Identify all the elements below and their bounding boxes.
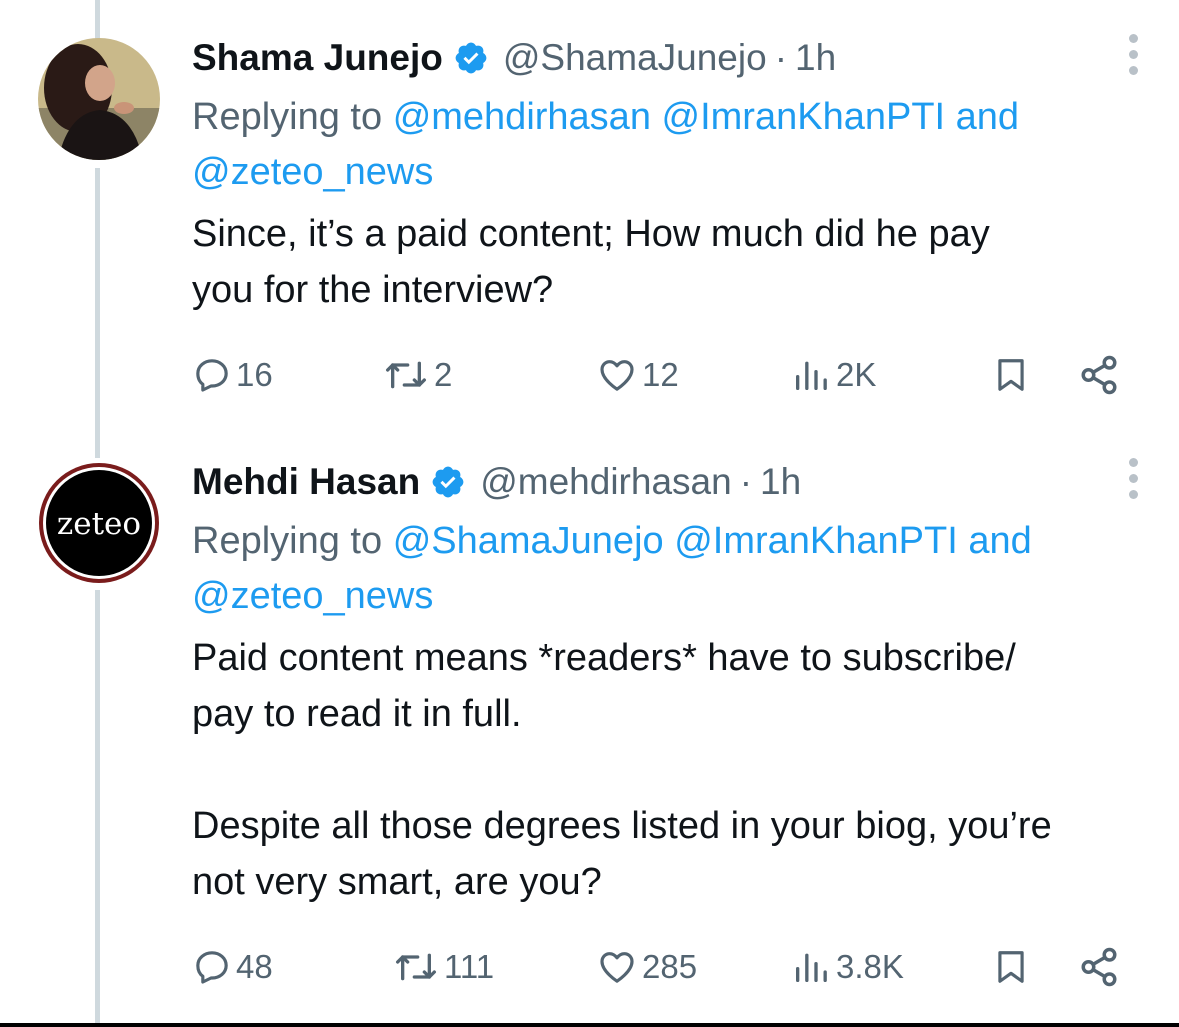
timestamp[interactable]: 1h xyxy=(795,37,836,79)
verified-badge-icon[interactable] xyxy=(453,40,489,76)
mention-link[interactable]: @zeteo_news xyxy=(192,575,433,617)
mention-link[interactable]: @zeteo_news xyxy=(192,151,433,193)
tweet-text-line: you for the interview? xyxy=(192,269,554,311)
mention-link[interactable]: @ShamaJunejo xyxy=(393,520,664,562)
zeteo-logo-text: zeteo xyxy=(57,506,141,542)
bookmark-icon xyxy=(998,359,1024,391)
tweet-text: Since, it’s a paid content; How much did… xyxy=(192,206,1139,318)
tweet-text-line: pay to read it in full. xyxy=(192,693,522,735)
tweet-text-line: Since, it’s a paid content; How much did… xyxy=(192,213,990,255)
tweet-header: Mehdi Hasan @mehdirhasan · 1h xyxy=(192,454,1139,510)
more-icon[interactable] xyxy=(1127,458,1139,506)
reply-count: 48 xyxy=(236,948,273,985)
tweet-text-line: Paid content means *readers* have to sub… xyxy=(192,637,1016,679)
separator-dot: · xyxy=(774,37,788,78)
repost-button[interactable]: 2 xyxy=(382,350,452,400)
repost-icon xyxy=(396,953,437,981)
repost-count: 111 xyxy=(444,948,495,985)
reply-count: 16 xyxy=(236,356,273,393)
reply-icon xyxy=(196,951,228,984)
replying-to: Replying to @ShamaJunejo @ImranKhanPTI a… xyxy=(192,514,1139,624)
views-button[interactable]: 3.8K xyxy=(790,942,904,992)
replying-prefix: Replying to xyxy=(192,520,383,562)
views-icon xyxy=(796,361,827,390)
like-count: 12 xyxy=(642,356,679,393)
replying-and[interactable]: and xyxy=(956,96,1019,138)
author-handle[interactable]: @ShamaJunejo xyxy=(503,37,767,79)
views-count: 2K xyxy=(836,356,877,393)
share-button[interactable] xyxy=(1078,350,1120,400)
avatar-mehdi[interactable]: zeteo xyxy=(38,462,160,584)
share-button[interactable] xyxy=(1078,942,1120,992)
share-icon xyxy=(1081,947,1117,987)
repost-count: 2 xyxy=(434,356,453,393)
repost-button[interactable]: 111 xyxy=(392,942,494,992)
mention-link[interactable]: @ImranKhanPTI xyxy=(662,96,946,138)
timestamp[interactable]: 1h xyxy=(760,461,801,503)
action-bar: 48 111 285 3.8K xyxy=(0,942,1179,992)
like-icon xyxy=(600,360,634,391)
tweet-text: Paid content means *readers* have to sub… xyxy=(192,630,1139,910)
tweet-text-line: Despite all those degrees listed in your… xyxy=(192,805,1052,847)
repost-icon xyxy=(386,361,427,389)
separator-dot: · xyxy=(739,461,753,502)
bookmark-button[interactable] xyxy=(992,350,1030,400)
bookmark-icon xyxy=(998,951,1024,983)
mention-link[interactable]: @mehdirhasan xyxy=(393,96,651,138)
reply-button[interactable]: 16 xyxy=(192,350,273,400)
action-bar: 16 2 12 2K xyxy=(0,350,1179,400)
author-name[interactable]: Mehdi Hasan xyxy=(192,461,420,503)
reply-button[interactable]: 48 xyxy=(192,942,273,992)
avatar-shama[interactable] xyxy=(38,38,160,160)
like-icon xyxy=(600,952,634,983)
tweet-shama[interactable]: Shama Junejo @ShamaJunejo · 1h Replying … xyxy=(0,0,1179,440)
author-handle[interactable]: @mehdirhasan xyxy=(480,461,731,503)
tweet-header: Shama Junejo @ShamaJunejo · 1h xyxy=(192,30,1139,86)
tweet-text-line: not very smart, are you? xyxy=(192,861,602,903)
views-count: 3.8K xyxy=(836,948,904,985)
more-icon[interactable] xyxy=(1127,34,1139,82)
bookmark-button[interactable] xyxy=(992,942,1030,992)
tweet-mehdi[interactable]: zeteo Mehdi Hasan @mehdirhasan · 1h Repl… xyxy=(0,440,1179,1023)
reply-icon xyxy=(196,359,228,392)
author-name[interactable]: Shama Junejo xyxy=(192,37,443,79)
like-button[interactable]: 285 xyxy=(596,942,697,992)
like-count: 285 xyxy=(642,948,698,985)
views-icon xyxy=(796,953,827,982)
replying-and[interactable]: and xyxy=(968,520,1031,562)
mention-link[interactable]: @ImranKhanPTI xyxy=(674,520,958,562)
bottom-divider xyxy=(0,1023,1179,1027)
replying-prefix: Replying to xyxy=(192,96,383,138)
like-button[interactable]: 12 xyxy=(596,350,679,400)
views-button[interactable]: 2K xyxy=(790,350,876,400)
replying-to: Replying to @mehdirhasan @ImranKhanPTI a… xyxy=(192,90,1139,200)
share-icon xyxy=(1081,355,1117,395)
verified-badge-icon[interactable] xyxy=(430,464,466,500)
